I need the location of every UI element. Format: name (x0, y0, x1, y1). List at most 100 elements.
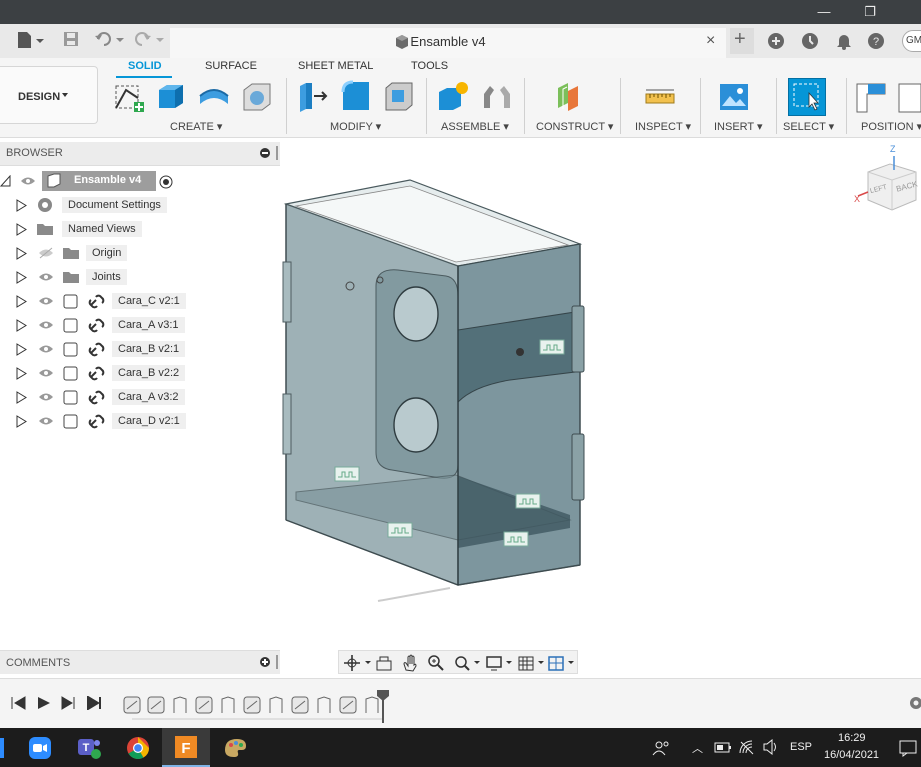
new-component-icon[interactable] (436, 80, 470, 114)
expand-triangle-icon[interactable] (16, 247, 28, 260)
insert-image-icon[interactable] (717, 80, 751, 114)
restore-button[interactable]: ❐ (860, 2, 880, 22)
inspect-group-label[interactable]: INSPECT ▾ (635, 120, 691, 133)
job-status-icon[interactable] (800, 31, 820, 51)
joint-glyph[interactable] (334, 466, 360, 482)
align-icon[interactable] (854, 80, 888, 114)
look-at-icon[interactable] (375, 654, 393, 672)
user-avatar[interactable]: GM (902, 30, 921, 52)
browser-item-component[interactable]: Cara_A v3:1 (0, 314, 280, 336)
browser-item-component[interactable]: Cara_C v2:1 (0, 290, 280, 312)
people-icon[interactable] (652, 739, 670, 757)
expand-triangle-icon[interactable] (16, 391, 28, 404)
create-sketch-icon[interactable] (112, 80, 146, 114)
timeline-settings-gear-icon[interactable] (908, 695, 921, 711)
visibility-eye-icon[interactable] (38, 415, 54, 427)
go-to-start-icon[interactable] (10, 696, 28, 710)
expand-triangle-icon[interactable] (16, 367, 28, 380)
expand-triangle-icon[interactable] (16, 271, 28, 284)
visibility-eye-icon[interactable] (38, 391, 54, 403)
display-settings-icon[interactable] (485, 654, 513, 672)
tab-solid[interactable]: SOLID (128, 60, 162, 72)
collapse-panel-icon[interactable] (260, 148, 270, 158)
paint-app-icon[interactable] (222, 736, 248, 760)
revolve-icon[interactable] (197, 80, 231, 114)
canvas-viewport[interactable]: Z X LEFT BACK (282, 140, 921, 652)
step-forward-icon[interactable] (60, 696, 78, 710)
expand-triangle-icon[interactable] (16, 415, 28, 428)
expand-triangle-icon[interactable] (16, 199, 28, 212)
action-center-icon[interactable] (898, 739, 918, 757)
close-tab-icon[interactable]: × (706, 32, 715, 50)
zoom-app-icon[interactable] (28, 736, 52, 760)
clock-date[interactable]: 16/04/2021 (824, 749, 879, 761)
joint-glyph[interactable] (503, 531, 529, 547)
browser-item-document-settings[interactable]: Document Settings (0, 194, 280, 216)
fit-zoom-icon[interactable] (453, 654, 481, 672)
timeline-marker[interactable] (376, 689, 390, 723)
teams-app-icon[interactable]: T (76, 736, 102, 760)
workspace-switcher[interactable]: DESIGN (0, 66, 98, 124)
activate-radio-icon[interactable] (158, 174, 174, 190)
capture-position-icon[interactable] (896, 80, 921, 114)
offset-plane-icon[interactable] (554, 80, 588, 114)
expand-triangle-icon[interactable] (16, 295, 28, 308)
viewcube[interactable]: Z X LEFT BACK (854, 144, 921, 220)
add-comment-icon[interactable] (260, 657, 270, 667)
zoom-icon[interactable] (427, 654, 445, 672)
tab-surface[interactable]: SURFACE (205, 60, 257, 72)
browser-root-row[interactable]: Ensamble v4 (0, 170, 280, 192)
fillet-icon[interactable] (339, 80, 373, 114)
browser-item-component[interactable]: Cara_B v2:2 (0, 362, 280, 384)
go-to-end-icon[interactable] (86, 696, 104, 710)
input-language-indicator[interactable]: ESP (790, 741, 812, 753)
tab-sheet-metal[interactable]: SHEET METAL (298, 60, 373, 72)
collapse-triangle-icon[interactable] (0, 175, 12, 187)
visibility-eye-icon[interactable] (38, 343, 54, 355)
browser-item-component[interactable]: Cara_D v2:1 (0, 410, 280, 432)
position-group-label[interactable]: POSITION ▾ (861, 120, 921, 133)
minimize-button[interactable]: — (814, 2, 834, 22)
file-menu-icon[interactable] (16, 30, 46, 50)
wifi-icon[interactable] (738, 739, 756, 755)
visibility-eye-icon[interactable] (38, 319, 54, 331)
hidden-eye-icon[interactable] (38, 247, 54, 259)
hole-icon[interactable] (240, 80, 274, 114)
pan-hand-icon[interactable] (401, 654, 419, 672)
grid-settings-icon[interactable] (517, 654, 545, 672)
extensions-icon[interactable] (766, 31, 786, 51)
joint-glyph[interactable] (387, 522, 413, 538)
help-icon[interactable]: ? (866, 31, 886, 51)
browser-item-named-views[interactable]: Named Views (0, 218, 280, 240)
joint-glyph[interactable] (515, 493, 541, 509)
construct-group-label[interactable]: CONSTRUCT ▾ (536, 120, 613, 133)
notifications-bell-icon[interactable] (834, 31, 854, 51)
visibility-eye-icon[interactable] (38, 271, 54, 283)
browser-item-joints[interactable]: Joints (0, 266, 280, 288)
play-icon[interactable] (36, 696, 52, 710)
panel-drag-handle[interactable] (276, 146, 278, 160)
3d-model-render[interactable] (282, 140, 921, 652)
timeline-features[interactable] (120, 693, 390, 721)
chrome-app-icon[interactable] (126, 736, 150, 760)
press-pull-icon[interactable] (296, 80, 330, 114)
browser-item-origin[interactable]: Origin (0, 242, 280, 264)
panel-drag-handle[interactable] (276, 655, 278, 669)
modify-group-label[interactable]: MODIFY ▾ (330, 120, 381, 133)
clock-time[interactable]: 16:29 (838, 732, 866, 744)
browser-item-component[interactable]: Cara_A v3:2 (0, 386, 280, 408)
new-tab-button[interactable]: + (730, 28, 754, 54)
volume-icon[interactable] (762, 739, 780, 755)
assemble-group-label[interactable]: ASSEMBLE ▾ (441, 120, 509, 133)
fusion-app-taskbar-button[interactable]: F (162, 728, 210, 767)
expand-triangle-icon[interactable] (16, 319, 28, 332)
insert-group-label[interactable]: INSERT ▾ (714, 120, 763, 133)
document-tab[interactable]: Ensamble v4 × (170, 28, 726, 58)
tab-tools[interactable]: TOOLS (411, 60, 448, 72)
expand-triangle-icon[interactable] (16, 223, 28, 236)
undo-icon[interactable] (94, 30, 126, 48)
select-group-label[interactable]: SELECT ▾ (783, 120, 834, 133)
visibility-eye-icon[interactable] (20, 175, 36, 187)
visibility-eye-icon[interactable] (38, 367, 54, 379)
show-hidden-icons-chevron-icon[interactable]: ︿ (692, 740, 703, 756)
